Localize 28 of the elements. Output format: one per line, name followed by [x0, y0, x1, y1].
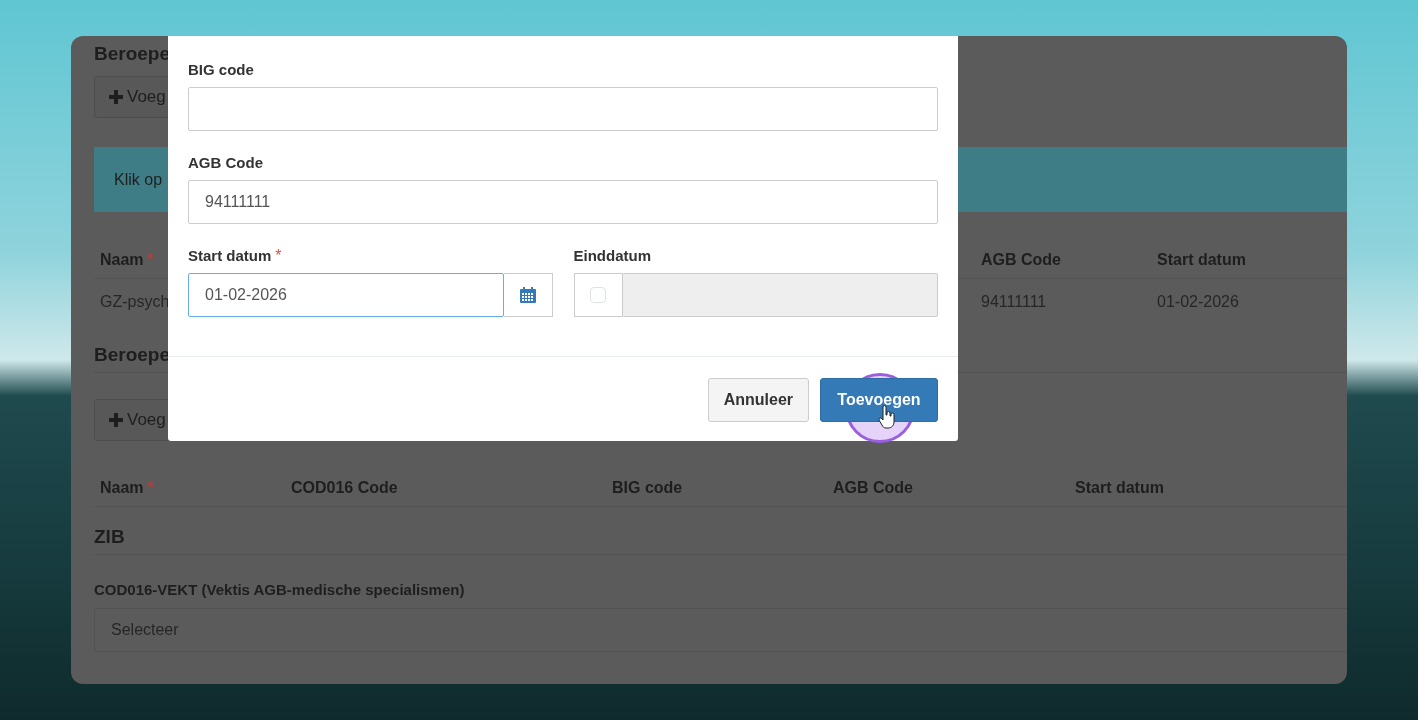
input-field[interactable]: [188, 87, 938, 131]
plus-icon: [109, 413, 123, 427]
column-header: BIG code: [612, 479, 683, 496]
field-label: AGB Code: [188, 153, 263, 173]
required-mark: *: [275, 247, 282, 264]
calendar-button[interactable]: [503, 273, 553, 317]
column-header: Naam: [100, 251, 144, 268]
column-header: COD016 Code: [291, 479, 398, 496]
column-header: Start datum: [1157, 251, 1246, 268]
required-mark: *: [147, 479, 154, 496]
column-header: Naam: [100, 479, 144, 496]
column-header: Start datum: [1075, 479, 1164, 496]
input-field[interactable]: 94111111: [188, 180, 938, 224]
field-label: Einddatum: [573, 246, 651, 266]
section-heading: Beroepe: [94, 42, 171, 66]
section-heading: ZIB: [94, 525, 125, 549]
required-mark: *: [147, 251, 154, 268]
calendar-icon: [518, 286, 537, 304]
field-label: Start datum: [188, 246, 272, 266]
column-header: AGB Code: [833, 479, 913, 496]
plus-icon: [109, 90, 123, 104]
date-field[interactable]: 01-02-2026: [188, 273, 504, 317]
column-header: AGB Code: [981, 251, 1061, 268]
field-label: BIG code: [188, 60, 254, 80]
cancel-button[interactable]: Annuleer: [707, 378, 809, 422]
add-button[interactable]: Toevoegen: [820, 378, 938, 422]
field-label: COD016-VEKT (Vektis AGB-medische specialismen): [94, 580, 465, 600]
section-heading: Beroepe: [94, 343, 171, 367]
